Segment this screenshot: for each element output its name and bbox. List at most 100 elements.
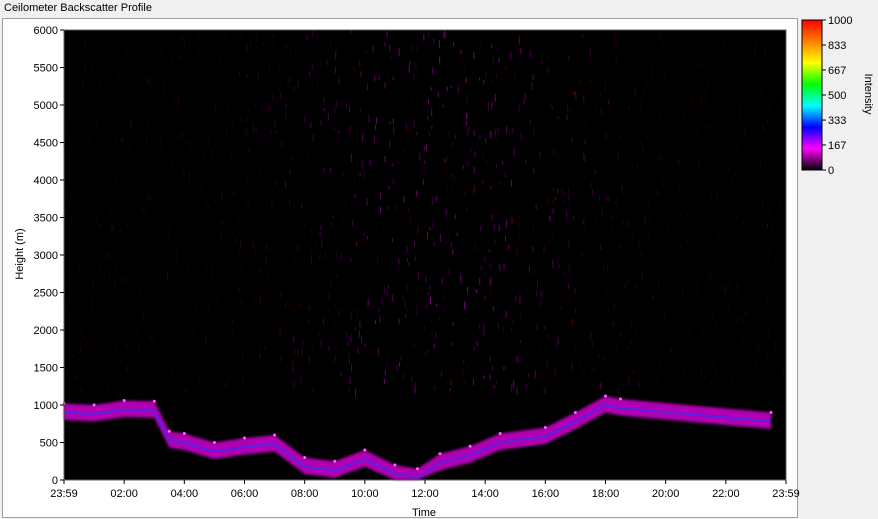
noise-speck [215, 199, 217, 203]
noise-speck [190, 374, 192, 380]
noise-speck [642, 148, 644, 154]
noise-speck [180, 38, 182, 42]
noise-speck [691, 74, 693, 80]
noise-speck [121, 226, 123, 233]
noise-speck [575, 306, 577, 314]
noise-speck [129, 66, 131, 71]
noise-speck [669, 276, 671, 280]
noise-speck [624, 282, 626, 289]
noise-speck [161, 353, 163, 357]
noise-speck [336, 117, 337, 123]
noise-speck [378, 75, 380, 81]
noise-speck [516, 387, 518, 395]
noise-speck [385, 362, 387, 369]
noise-speck [488, 249, 490, 253]
noise-speck [275, 180, 277, 187]
noise-speck [216, 297, 218, 306]
noise-speck [181, 51, 183, 58]
noise-speck [783, 316, 785, 322]
noise-speck [703, 80, 704, 88]
noise-speck [533, 126, 535, 135]
noise-speck [403, 149, 405, 154]
noise-speck [187, 302, 188, 308]
noise-speck [720, 165, 721, 169]
noise-speck [571, 363, 573, 370]
noise-speck [89, 168, 91, 173]
noise-speck [547, 332, 549, 340]
noise-speck [202, 72, 203, 77]
noise-speck [231, 119, 233, 126]
noise-speck [466, 208, 468, 213]
noise-speck [494, 128, 496, 137]
noise-speck [207, 138, 209, 146]
noise-speck [665, 304, 667, 310]
noise-speck [772, 225, 774, 229]
noise-speck [774, 348, 776, 354]
noise-speck [355, 327, 357, 331]
noise-speck [240, 265, 242, 272]
noise-speck [748, 213, 750, 218]
noise-speck [335, 355, 337, 362]
noise-speck [742, 66, 744, 71]
noise-speck [139, 339, 141, 348]
noise-speck [226, 311, 228, 318]
noise-speck [677, 159, 679, 163]
noise-speck [442, 294, 444, 302]
noise-speck [118, 241, 119, 248]
noise-speck [105, 195, 107, 200]
noise-speck [664, 312, 666, 320]
noise-speck [125, 277, 127, 285]
noise-speck [88, 388, 90, 394]
noise-speck [547, 55, 549, 61]
noise-speck [733, 171, 735, 176]
noise-speck [324, 46, 325, 53]
noise-speck [600, 108, 602, 112]
noise-speck [285, 45, 287, 49]
noise-speck [680, 211, 682, 215]
noise-speck [662, 179, 664, 185]
noise-speck [733, 62, 735, 68]
layer-point [273, 433, 277, 437]
noise-speck [94, 244, 96, 253]
noise-speck [738, 295, 740, 299]
noise-speck [413, 73, 415, 81]
noise-speck [193, 239, 195, 246]
noise-speck [561, 188, 563, 196]
noise-speck [479, 43, 481, 48]
noise-speck [96, 120, 98, 124]
noise-speck [737, 376, 739, 381]
noise-speck [715, 223, 717, 227]
noise-speck [515, 356, 517, 362]
noise-speck [755, 62, 757, 70]
noise-speck [484, 295, 486, 301]
noise-speck [306, 33, 308, 41]
noise-speck [443, 286, 445, 293]
noise-speck [105, 77, 107, 83]
noise-speck [348, 351, 350, 356]
noise-speck [439, 233, 441, 242]
noise-speck [351, 80, 353, 87]
noise-speck [564, 315, 566, 320]
noise-speck [162, 310, 164, 316]
noise-speck [490, 277, 492, 286]
noise-speck [729, 108, 731, 116]
noise-speck [535, 204, 537, 210]
noise-speck [187, 66, 189, 75]
noise-speck [270, 128, 272, 135]
noise-speck [247, 177, 249, 183]
noise-speck [612, 215, 614, 219]
noise-speck [619, 134, 621, 140]
layer-point [573, 411, 577, 414]
noise-speck [639, 107, 641, 114]
noise-speck [488, 262, 490, 266]
noise-speck [728, 262, 729, 269]
noise-speck [276, 321, 278, 325]
noise-speck [404, 300, 406, 309]
noise-speck [446, 187, 448, 192]
noise-speck [562, 284, 564, 292]
noise-speck [715, 369, 717, 374]
noise-speck [289, 200, 291, 206]
noise-speck [563, 271, 565, 277]
noise-speck [90, 108, 91, 114]
noise-speck [599, 195, 601, 201]
